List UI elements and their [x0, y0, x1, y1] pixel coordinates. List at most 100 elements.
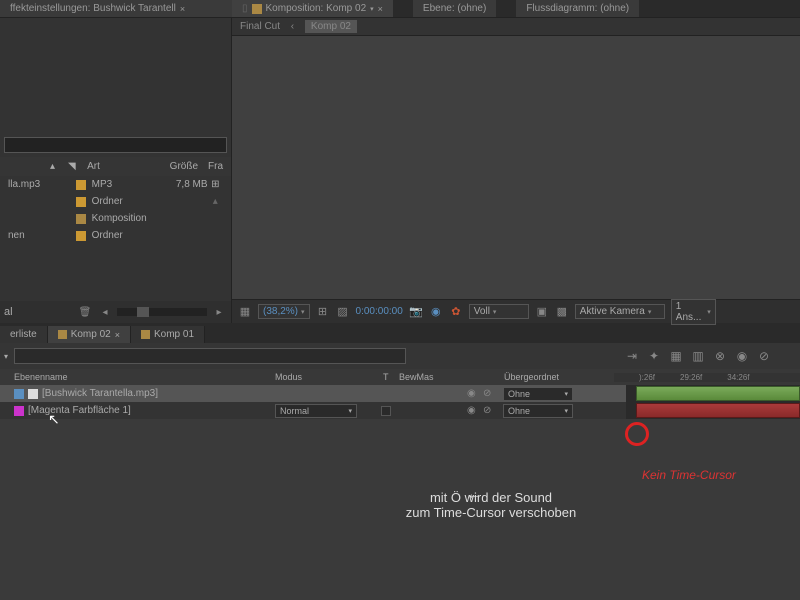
- views-dropdown[interactable]: 1 Ans...: [671, 299, 716, 325]
- eye-icon[interactable]: ◉: [467, 388, 479, 400]
- item-type: Ordner: [92, 196, 162, 207]
- header-layer-name[interactable]: Ebenenname: [0, 372, 275, 382]
- play-left-icon[interactable]: ◂: [97, 304, 113, 320]
- parent-dropdown[interactable]: Ohne: [503, 404, 573, 418]
- rgb-icon[interactable]: ✿: [449, 305, 463, 319]
- folder-icon: [76, 231, 86, 241]
- zoom-dropdown[interactable]: (38,2%): [258, 304, 310, 319]
- item-size: 7,8 MB: [161, 179, 207, 190]
- project-search: [4, 137, 227, 153]
- timeline-tabs: erliste Komp 02 × Komp 01: [0, 323, 800, 343]
- scroll-up-icon[interactable]: ▴: [208, 196, 223, 207]
- quality-dropdown[interactable]: Voll: [469, 304, 529, 319]
- timeline-tab-komp01[interactable]: Komp 01: [131, 326, 205, 343]
- panel-tab-composition[interactable]: ▯ Komposition: Komp 02 ▾ ×: [232, 0, 393, 17]
- audio-file-icon: [28, 389, 38, 399]
- project-column-header[interactable]: ▴ ◥ Art Größe Fra: [0, 157, 231, 176]
- header-parent[interactable]: Übergeordnet: [504, 372, 614, 382]
- motion-blur-icon[interactable]: ▥: [688, 346, 708, 366]
- blend-mode-dropdown[interactable]: Normal: [275, 404, 357, 418]
- time-tick: ):26f: [639, 373, 655, 382]
- project-search-input[interactable]: [4, 137, 227, 153]
- composition-icon: [141, 330, 150, 339]
- link-icon[interactable]: ⊘: [483, 388, 495, 400]
- link-icon[interactable]: ⊘: [483, 405, 495, 417]
- breadcrumb-current[interactable]: Komp 02: [305, 20, 357, 33]
- region-icon[interactable]: ▣: [535, 305, 549, 319]
- project-toolbar: al 🗑 ◂ ▸: [0, 301, 231, 323]
- panel-tab-effects[interactable]: ffekteinstellungen: Bushwick Tarantell ×: [0, 0, 232, 17]
- composition-icon: [252, 4, 262, 14]
- annotation-circle: [625, 422, 649, 446]
- header-time-ruler[interactable]: ):26f 29:26f 34:26f: [614, 373, 800, 382]
- eye-icon[interactable]: ◉: [467, 405, 479, 417]
- zoom-slider[interactable]: [117, 308, 207, 316]
- time-tick: 34:26f: [727, 373, 749, 382]
- tag-icon[interactable]: ◥: [68, 161, 76, 172]
- annotation-hint: mit Ö wird der Sound zum Time-Cursor ver…: [386, 490, 596, 520]
- layer-color-swatch[interactable]: [14, 389, 24, 399]
- grid-icon[interactable]: ▦: [238, 305, 252, 319]
- timeline-tab-komp02[interactable]: Komp 02 ×: [48, 326, 131, 343]
- timeline-tab-renderlist[interactable]: erliste: [0, 326, 48, 343]
- dropdown-icon[interactable]: ▾: [370, 5, 374, 13]
- play-right-icon[interactable]: ▸: [211, 304, 227, 320]
- project-row[interactable]: Komposition: [0, 210, 231, 227]
- item-type: Ordner: [92, 230, 162, 241]
- slider-handle[interactable]: [137, 307, 149, 317]
- project-row[interactable]: lla.mp3 MP3 7,8 MB ⊞: [0, 176, 231, 193]
- timeline-track-area[interactable]: [626, 385, 800, 419]
- close-icon[interactable]: ×: [378, 4, 383, 14]
- frame-blend-icon[interactable]: ▦: [666, 346, 686, 366]
- composition-icon: [58, 330, 67, 339]
- dropdown-icon[interactable]: ▾: [4, 352, 8, 361]
- layer-name: [Bushwick Tarantella.mp3]: [42, 388, 158, 399]
- layer-color-swatch[interactable]: [14, 406, 24, 416]
- close-icon[interactable]: ×: [115, 330, 120, 340]
- item-name: nen: [8, 230, 76, 241]
- audio-clip[interactable]: [636, 386, 800, 401]
- solid-clip[interactable]: [636, 403, 800, 418]
- item-extra: ⊞: [208, 179, 223, 190]
- snapshot-icon[interactable]: 📷: [409, 305, 423, 319]
- header-trackmatte[interactable]: BewMas: [399, 372, 504, 382]
- sort-icon[interactable]: ▴: [50, 161, 55, 172]
- project-row[interactable]: nen Ordner: [0, 227, 231, 244]
- brain-icon[interactable]: ⊗: [710, 346, 730, 366]
- column-size[interactable]: Größe: [155, 161, 198, 172]
- breadcrumb-root[interactable]: Final Cut: [240, 21, 280, 32]
- project-row[interactable]: Ordner ▴: [0, 193, 231, 210]
- panel-tab-flowchart[interactable]: Flussdiagramm: (ohne): [516, 0, 639, 17]
- column-type[interactable]: Art: [87, 161, 155, 172]
- camera-dropdown[interactable]: Aktive Kamera: [575, 304, 665, 319]
- panel-tab-label: Komposition: Komp 02: [266, 3, 367, 14]
- header-mode[interactable]: Modus: [275, 372, 383, 382]
- composition-canvas[interactable]: [232, 36, 800, 299]
- shy-icon[interactable]: ⇥: [622, 346, 642, 366]
- channel-icon[interactable]: ◉: [429, 305, 443, 319]
- transparency-icon[interactable]: ▨: [336, 305, 350, 319]
- panel-tab-layer[interactable]: Ebene: (ohne): [413, 0, 496, 17]
- timeline-layers: [Bushwick Tarantella.mp3] ◉ ⊘ Ohne [Mage…: [0, 385, 800, 419]
- trash-icon[interactable]: 🗑: [77, 304, 93, 320]
- file-type-icon: [76, 180, 86, 190]
- track-matte-toggle[interactable]: [381, 406, 391, 416]
- layer-name: [Magenta Farbfläche 1]: [28, 405, 131, 416]
- close-icon[interactable]: ×: [180, 4, 185, 14]
- panel-tab-label: ffekteinstellungen: Bushwick Tarantell: [10, 3, 176, 14]
- star-icon[interactable]: ✦: [644, 346, 664, 366]
- checker-icon[interactable]: ▩: [555, 305, 569, 319]
- timecode-display[interactable]: 0:00:00:00: [356, 306, 403, 317]
- item-type: MP3: [92, 179, 162, 190]
- script-icon[interactable]: ⊘: [754, 346, 774, 366]
- graph-icon[interactable]: ◉: [732, 346, 752, 366]
- project-preview: [0, 18, 231, 133]
- resolution-icon[interactable]: ⊞: [316, 305, 330, 319]
- parent-dropdown[interactable]: Ohne: [503, 387, 573, 401]
- panel-tab-label: Flussdiagramm: (ohne): [526, 3, 629, 14]
- item-type: Komposition: [92, 213, 162, 224]
- project-panel: ▴ ◥ Art Größe Fra lla.mp3 MP3 7,8 MB ⊞ O…: [0, 18, 232, 323]
- column-extra[interactable]: Fra: [208, 161, 223, 172]
- header-t[interactable]: T: [383, 372, 399, 382]
- timeline-search-input[interactable]: [14, 348, 406, 364]
